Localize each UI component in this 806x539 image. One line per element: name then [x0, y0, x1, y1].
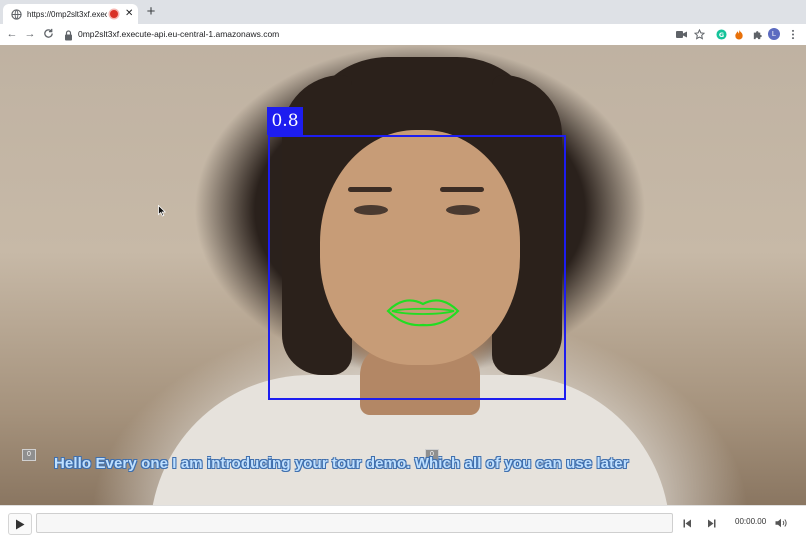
profile-initial: L: [771, 29, 777, 38]
grammarly-extension-icon[interactable]: G: [715, 28, 727, 40]
camera-icon[interactable]: [675, 28, 687, 40]
extensions-puzzle-icon[interactable]: [751, 28, 763, 40]
new-tab-button[interactable]: +: [144, 4, 158, 19]
close-tab-icon[interactable]: ✕: [125, 9, 133, 19]
counter-badge-left: 0: [22, 449, 36, 461]
reload-icon[interactable]: [42, 28, 54, 40]
lips-landmark-outline: [386, 299, 460, 327]
bookmark-star-icon[interactable]: [693, 28, 705, 40]
browser-tab[interactable]: https://0mp2slt3xf.execute ✕: [3, 4, 138, 24]
tab-strip: https://0mp2slt3xf.execute ✕ +: [0, 0, 806, 24]
playback-time: 00:00.00: [735, 517, 767, 526]
seek-bar[interactable]: [36, 513, 673, 533]
address-bar[interactable]: 0mp2slt3xf.execute-api.eu-central-1.amaz…: [78, 29, 279, 39]
profile-avatar[interactable]: L: [768, 28, 780, 40]
more-menu-icon[interactable]: [787, 28, 799, 40]
confidence-score-label: 0.8: [267, 107, 303, 135]
subtitle-caption: Hello Every one I am introducing your to…: [54, 455, 629, 472]
tab-title: https://0mp2slt3xf.execute: [27, 9, 107, 19]
svg-text:G: G: [718, 30, 723, 38]
forward-icon[interactable]: →: [24, 28, 36, 40]
globe-icon: [10, 8, 22, 20]
play-icon: [16, 519, 25, 529]
step-forward-icon[interactable]: [704, 516, 718, 530]
volume-icon[interactable]: [774, 516, 788, 530]
fire-extension-icon[interactable]: [733, 28, 745, 40]
back-icon[interactable]: ←: [6, 28, 18, 40]
browser-toolbar: ← → 0mp2slt3xf.execute-api.eu-central-1.…: [0, 24, 806, 46]
step-back-icon[interactable]: [681, 516, 695, 530]
recording-indicator-icon: [110, 10, 118, 18]
face-bounding-box: [268, 135, 566, 400]
mouse-cursor-icon: [158, 205, 166, 217]
media-controls-bar: 00:00.00: [0, 505, 806, 539]
play-button[interactable]: [8, 513, 32, 535]
video-frame[interactable]: 0.8 0 0 Hello Every one I am introducing…: [0, 45, 806, 505]
lock-icon[interactable]: [64, 28, 74, 41]
